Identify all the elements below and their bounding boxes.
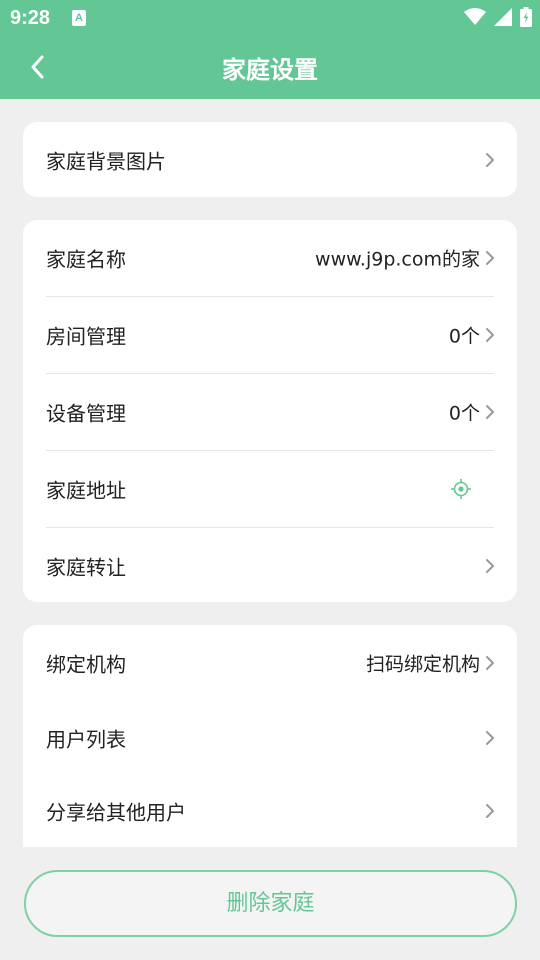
row-label: 家庭转让 <box>46 555 126 579</box>
row-background-image[interactable]: 家庭背景图片 <box>46 122 494 197</box>
app-bar: 家庭设置 <box>0 36 540 99</box>
row-label: 家庭背景图片 <box>46 149 166 173</box>
location-target-icon[interactable] <box>450 478 472 500</box>
row-label: 房间管理 <box>46 324 126 349</box>
device-count-value: 0个 <box>448 402 480 425</box>
family-name-value: www.j9p.com的家 <box>315 248 480 271</box>
wifi-icon <box>464 8 486 25</box>
room-count-value: 0个 <box>448 325 480 348</box>
status-bar: 9:28 A <box>0 0 540 36</box>
chevron-right-icon <box>484 729 496 747</box>
row-label: 绑定机构 <box>46 652 126 677</box>
row-label: 家庭名称 <box>46 247 126 272</box>
signal-icon <box>494 8 512 26</box>
notification-icon: A <box>72 10 86 26</box>
row-room-management[interactable]: 房间管理 0个 <box>46 296 494 373</box>
background-card: 家庭背景图片 <box>23 122 517 197</box>
chevron-right-icon <box>484 151 496 169</box>
chevron-right-icon <box>484 654 496 672</box>
top-bar: 9:28 A 家庭设置 <box>0 0 540 99</box>
row-user-list[interactable]: 用户列表 <box>46 701 494 775</box>
family-info-card: 家庭名称 www.j9p.com的家 房间管理 0个 设备管理 0个 家庭地址 <box>23 220 517 602</box>
page-title: 家庭设置 <box>222 56 318 84</box>
chevron-right-icon <box>484 557 496 575</box>
row-label: 用户列表 <box>46 727 126 752</box>
bind-org-value: 扫码绑定机构 <box>365 653 480 676</box>
status-icons <box>464 6 532 28</box>
chevron-right-icon <box>484 249 496 267</box>
battery-icon <box>520 7 532 27</box>
row-bind-organization[interactable]: 绑定机构 扫码绑定机构 <box>46 625 494 701</box>
row-label: 分享给其他用户 <box>46 800 186 825</box>
row-family-address[interactable]: 家庭地址 <box>46 450 494 527</box>
chevron-right-icon <box>484 326 496 344</box>
row-share-users[interactable]: 分享给其他用户 <box>46 775 494 847</box>
row-device-management[interactable]: 设备管理 0个 <box>46 373 494 450</box>
chevron-right-icon <box>484 403 496 421</box>
row-label: 设备管理 <box>46 401 126 426</box>
members-card: 绑定机构 扫码绑定机构 用户列表 分享给其他用户 <box>23 625 517 847</box>
delete-family-button[interactable]: 删除家庭 <box>24 870 517 937</box>
status-time: 9:28 <box>10 7 51 29</box>
row-label: 家庭地址 <box>46 478 126 503</box>
row-family-name[interactable]: 家庭名称 www.j9p.com的家 <box>46 220 494 296</box>
chevron-right-icon <box>484 802 496 820</box>
row-family-transfer[interactable]: 家庭转让 <box>46 527 494 603</box>
